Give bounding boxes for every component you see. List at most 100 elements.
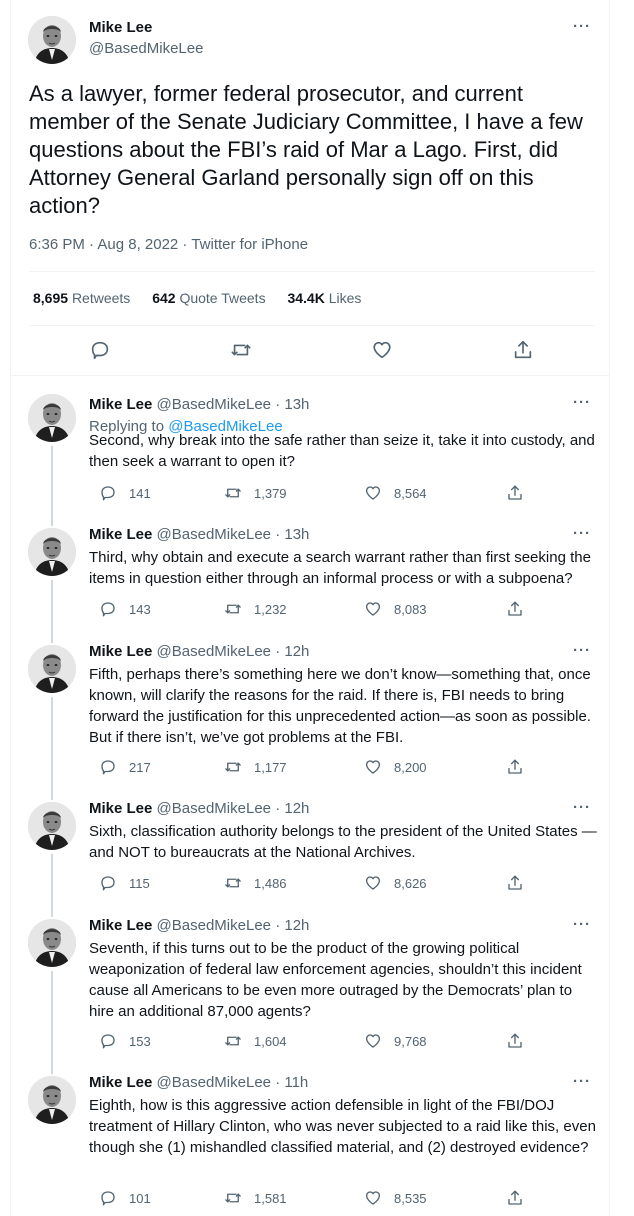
- retweet-icon: [224, 874, 242, 892]
- reply-count: 101: [129, 1190, 151, 1206]
- share-button[interactable]: [506, 758, 524, 776]
- retweet-button[interactable]: 1,379: [224, 484, 287, 502]
- profile-photo: [28, 802, 76, 850]
- like-button[interactable]: 8,083: [364, 600, 427, 618]
- avatar[interactable]: [28, 919, 76, 967]
- reply-tweet[interactable]: Mike Lee @BasedMikeLee · 13h ··· Third, …: [11, 520, 609, 637]
- share-button[interactable]: [506, 600, 524, 618]
- like-count: 9,768: [394, 1033, 427, 1049]
- thread-line: [51, 446, 53, 520]
- reply-count: 217: [129, 759, 151, 775]
- reply-count: 143: [129, 601, 151, 617]
- like-button[interactable]: 8,535: [364, 1189, 427, 1207]
- retweet-count: 1,177: [254, 759, 287, 775]
- like-icon: [364, 600, 382, 618]
- reply-actions: 141 1,379 8,564: [89, 484, 529, 504]
- reply-text: Sixth, classification authority belongs …: [89, 823, 597, 861]
- reply-button[interactable]: 101: [99, 1189, 151, 1207]
- thread-line: [51, 697, 53, 794]
- share-icon[interactable]: [512, 339, 534, 361]
- share-button[interactable]: [506, 874, 524, 892]
- reply-icon: [99, 484, 117, 502]
- avatar[interactable]: [28, 1076, 76, 1124]
- reply-actions: 115 1,486 8,626: [89, 874, 529, 894]
- retweets-stat[interactable]: 8,695 Retweets: [33, 290, 130, 306]
- reply-icon: [99, 874, 117, 892]
- avatar[interactable]: [28, 394, 76, 442]
- like-count: 8,564: [394, 485, 427, 501]
- reply-icon[interactable]: [89, 339, 111, 361]
- avatar[interactable]: [28, 528, 76, 576]
- more-icon[interactable]: ···: [573, 525, 591, 542]
- like-icon: [364, 484, 382, 502]
- reply-tweet[interactable]: Mike Lee @BasedMikeLee · 12h ··· Seventh…: [11, 911, 609, 1068]
- reply-icon: [99, 758, 117, 776]
- avatar[interactable]: [28, 645, 76, 693]
- reply-icon: [99, 1189, 117, 1207]
- reply-header[interactable]: Mike Lee @BasedMikeLee · 13h: [89, 396, 309, 413]
- reply-count: 141: [129, 485, 151, 501]
- quote-tweets-stat[interactable]: 642 Quote Tweets: [152, 290, 265, 306]
- retweet-icon: [224, 758, 242, 776]
- author-handle[interactable]: @BasedMikeLee: [89, 40, 203, 57]
- reply-tweet[interactable]: Mike Lee @BasedMikeLee · 13h ··· Replyin…: [11, 382, 609, 520]
- like-icon[interactable]: [371, 339, 393, 361]
- reply-button[interactable]: 141: [99, 484, 151, 502]
- retweet-icon[interactable]: [230, 339, 252, 361]
- retweet-count: 1,486: [254, 875, 287, 891]
- main-tweet[interactable]: Mike Lee @BasedMikeLee ··· As a lawyer, …: [11, 0, 609, 376]
- reply-header[interactable]: Mike Lee @BasedMikeLee · 11h: [89, 1074, 308, 1091]
- reply-header[interactable]: Mike Lee @BasedMikeLee · 12h: [89, 917, 309, 934]
- like-button[interactable]: 8,564: [364, 484, 427, 502]
- retweet-button[interactable]: 1,604: [224, 1032, 287, 1050]
- reply-actions: 101 1,581 8,535: [89, 1189, 529, 1209]
- author-name[interactable]: Mike Lee: [89, 19, 152, 36]
- profile-photo: [28, 919, 76, 967]
- share-icon: [506, 600, 524, 618]
- thread-line: [51, 911, 53, 917]
- more-icon[interactable]: ···: [573, 799, 591, 816]
- tweet-text: As a lawyer, former federal prosecutor, …: [29, 81, 583, 218]
- like-count: 8,083: [394, 601, 427, 617]
- like-button[interactable]: 8,200: [364, 758, 427, 776]
- tweet-timestamp[interactable]: 6:36 PM · Aug 8, 2022 · Twitter for iPho…: [29, 236, 308, 253]
- likes-stat[interactable]: 34.4K Likes: [287, 290, 361, 306]
- reply-text: Third, why obtain and execute a search w…: [89, 549, 591, 587]
- engagement-stats: 8,695 Retweets 642 Quote Tweets 34.4K Li…: [33, 290, 379, 306]
- reply-tweet[interactable]: Mike Lee @BasedMikeLee · 12h ··· Sixth, …: [11, 794, 609, 911]
- reply-actions: 143 1,232 8,083: [89, 600, 529, 620]
- reply-button[interactable]: 153: [99, 1032, 151, 1050]
- reply-header[interactable]: Mike Lee @BasedMikeLee · 12h: [89, 643, 309, 660]
- share-button[interactable]: [506, 1189, 524, 1207]
- share-icon: [506, 874, 524, 892]
- like-button[interactable]: 9,768: [364, 1032, 427, 1050]
- more-icon[interactable]: ···: [573, 642, 591, 659]
- like-icon: [364, 1032, 382, 1050]
- reply-button[interactable]: 115: [99, 874, 150, 892]
- retweet-button[interactable]: 1,581: [224, 1189, 287, 1207]
- share-icon: [506, 484, 524, 502]
- reply-header[interactable]: Mike Lee @BasedMikeLee · 12h: [89, 800, 309, 817]
- more-icon[interactable]: ···: [573, 18, 591, 35]
- profile-photo: [28, 645, 76, 693]
- retweet-icon: [224, 1189, 242, 1207]
- reply-button[interactable]: 217: [99, 758, 151, 776]
- more-icon[interactable]: ···: [573, 1073, 591, 1090]
- retweet-button[interactable]: 1,177: [224, 758, 287, 776]
- more-icon[interactable]: ···: [573, 394, 591, 411]
- reply-tweet[interactable]: Mike Lee @BasedMikeLee · 12h ··· Fifth, …: [11, 637, 609, 794]
- reply-tweet[interactable]: Mike Lee @BasedMikeLee · 11h ··· Eighth,…: [11, 1068, 609, 1216]
- thread-line: [51, 794, 53, 800]
- share-button[interactable]: [506, 484, 524, 502]
- share-button[interactable]: [506, 1032, 524, 1050]
- like-button[interactable]: 8,626: [364, 874, 427, 892]
- like-count: 8,200: [394, 759, 427, 775]
- reply-button[interactable]: 143: [99, 600, 151, 618]
- avatar[interactable]: [28, 802, 76, 850]
- retweet-button[interactable]: 1,232: [224, 600, 287, 618]
- retweet-button[interactable]: 1,486: [224, 874, 287, 892]
- reply-text: Second, why break into the safe rather t…: [89, 432, 595, 470]
- more-icon[interactable]: ···: [573, 916, 591, 933]
- reply-header[interactable]: Mike Lee @BasedMikeLee · 13h: [89, 526, 309, 543]
- avatar[interactable]: [28, 16, 76, 64]
